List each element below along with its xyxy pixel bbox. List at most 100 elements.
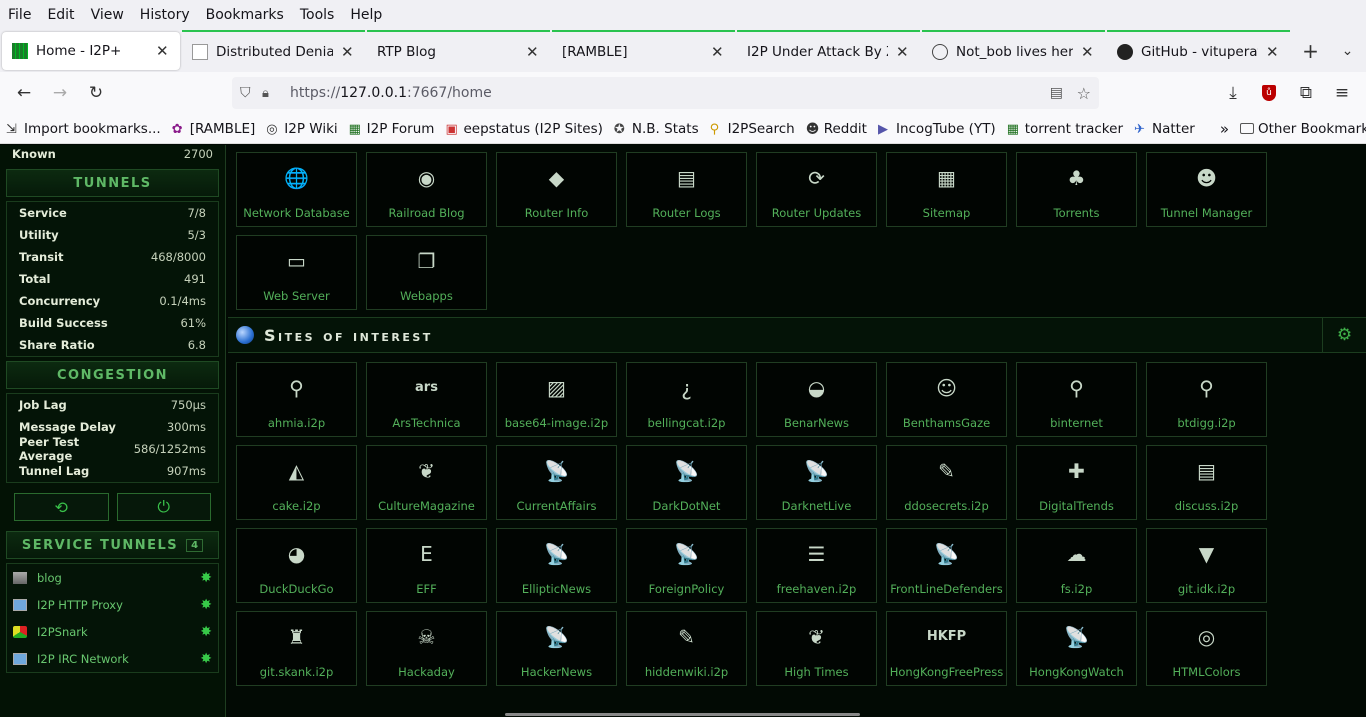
- app-tile[interactable]: ▤ Router Logs: [626, 152, 747, 227]
- app-tile[interactable]: ▤ discuss.i2p: [1146, 445, 1267, 520]
- app-tile[interactable]: ❦ High Times: [756, 611, 877, 686]
- app-tile[interactable]: ▦ Sitemap: [886, 152, 1007, 227]
- lock-icon[interactable]: 🔒︎: [262, 86, 290, 101]
- tab-4[interactable]: I2P Under Attack By Zombie ✕: [737, 30, 920, 72]
- tab-1[interactable]: Distributed Denial of Service ✕: [182, 30, 365, 72]
- bookmark-8[interactable]: ▶ IncogTube (YT): [878, 121, 996, 137]
- tab-5[interactable]: Not_bob lives here ✕: [922, 30, 1105, 72]
- app-tile[interactable]: ¿ bellingcat.i2p: [626, 362, 747, 437]
- app-tile[interactable]: ♣ Torrents: [1016, 152, 1137, 227]
- app-tile[interactable]: ◆ Router Info: [496, 152, 617, 227]
- tab-0[interactable]: Home - I2P+ ✕: [2, 32, 180, 70]
- tab-6[interactable]: GitHub - vituperative ✕: [1107, 30, 1290, 72]
- app-tile[interactable]: HKFP HongKongFreePress: [886, 611, 1007, 686]
- bookmarks-overflow-button[interactable]: »: [1220, 120, 1229, 138]
- forward-button[interactable]: →: [42, 77, 78, 109]
- app-tile[interactable]: 📡 HongKongWatch: [1016, 611, 1137, 686]
- service-tunnel-2[interactable]: I2PSnark ✸: [7, 618, 218, 645]
- app-menu-button[interactable]: ≡: [1324, 77, 1360, 109]
- menu-view[interactable]: View: [83, 7, 132, 23]
- app-tile[interactable]: ◭ cake.i2p: [236, 445, 357, 520]
- tab-3[interactable]: [RAMBLE] ✕: [552, 30, 735, 72]
- app-tile[interactable]: ✎ ddosecrets.i2p: [886, 445, 1007, 520]
- bookmark-6[interactable]: ⚲ I2PSearch: [710, 121, 795, 137]
- downloads-button[interactable]: ⤓: [1215, 77, 1251, 109]
- app-tile[interactable]: E EFF: [366, 528, 487, 603]
- menu-edit[interactable]: Edit: [39, 7, 82, 23]
- list-tabs-button[interactable]: ⌄: [1329, 30, 1366, 72]
- bookmark-star-icon[interactable]: ☆: [1077, 84, 1091, 103]
- shield-icon[interactable]: ⛉: [240, 85, 262, 101]
- app-tile[interactable]: 📡 ForeignPolicy: [626, 528, 747, 603]
- app-tile[interactable]: ☁ fs.i2p: [1016, 528, 1137, 603]
- bookmark-10[interactable]: ✈ Natter: [1134, 121, 1195, 137]
- extensions-button[interactable]: ⧉: [1288, 77, 1324, 109]
- bookmark-4[interactable]: ▣ eepstatus (I2P Sites): [445, 121, 602, 137]
- reader-view-icon[interactable]: ▤: [1050, 85, 1063, 101]
- app-tile[interactable]: ✎ hiddenwiki.i2p: [626, 611, 747, 686]
- close-icon[interactable]: ✕: [711, 43, 725, 61]
- close-icon[interactable]: ✕: [526, 43, 540, 61]
- tunnels-heading[interactable]: TUNNELS: [6, 169, 219, 197]
- app-tile[interactable]: ✚ DigitalTrends: [1016, 445, 1137, 520]
- close-icon[interactable]: ✕: [896, 43, 910, 61]
- app-tile[interactable]: ◕ DuckDuckGo: [236, 528, 357, 603]
- reload-button[interactable]: ↻: [78, 77, 114, 109]
- new-tab-button[interactable]: +: [1292, 30, 1329, 72]
- app-tile[interactable]: 📡 EllipticNews: [496, 528, 617, 603]
- app-tile[interactable]: ⟳ Router Updates: [756, 152, 877, 227]
- app-tile[interactable]: ◎ HTMLColors: [1146, 611, 1267, 686]
- app-tile[interactable]: ❐ Webapps: [366, 235, 487, 310]
- app-tile[interactable]: ▼ git.idk.i2p: [1146, 528, 1267, 603]
- app-tile[interactable]: ☻ Tunnel Manager: [1146, 152, 1267, 227]
- gear-icon[interactable]: ⚙: [1322, 318, 1366, 352]
- app-tile[interactable]: ☠ Hackaday: [366, 611, 487, 686]
- app-tile[interactable]: ◒ BenarNews: [756, 362, 877, 437]
- app-tile[interactable]: 📡 DarkDotNet: [626, 445, 747, 520]
- menu-tools[interactable]: Tools: [292, 7, 343, 23]
- shutdown-button[interactable]: ⏻: [116, 493, 211, 521]
- app-tile[interactable]: ❦ CultureMagazine: [366, 445, 487, 520]
- menu-help[interactable]: Help: [342, 7, 390, 23]
- back-button[interactable]: ←: [6, 77, 42, 109]
- congestion-heading[interactable]: CONGESTION: [6, 361, 219, 389]
- app-tile[interactable]: 📡 CurrentAffairs: [496, 445, 617, 520]
- close-icon[interactable]: ✕: [156, 42, 170, 60]
- horizontal-scrollbar[interactable]: [505, 713, 860, 716]
- bookmark-1[interactable]: ✿ [RAMBLE]: [172, 121, 256, 137]
- bookmark-0[interactable]: ⇲ Import bookmarks...: [6, 121, 161, 137]
- menu-bookmarks[interactable]: Bookmarks: [198, 7, 292, 23]
- app-tile[interactable]: 📡 HackerNews: [496, 611, 617, 686]
- ublock-icon[interactable]: ů: [1251, 77, 1287, 109]
- bookmark-7[interactable]: ☻ Reddit: [806, 121, 867, 137]
- app-tile[interactable]: ◉ Railroad Blog: [366, 152, 487, 227]
- bookmark-5[interactable]: ✪ N.B. Stats: [614, 121, 699, 137]
- app-tile[interactable]: 📡 FrontLineDefenders: [886, 528, 1007, 603]
- service-tunnels-heading[interactable]: SERVICE TUNNELS 4: [6, 531, 219, 559]
- bookmark-9[interactable]: ▦ torrent tracker: [1007, 121, 1123, 137]
- app-tile[interactable]: ▨ base64-image.i2p: [496, 362, 617, 437]
- close-icon[interactable]: ✕: [1081, 43, 1095, 61]
- bookmark-3[interactable]: ▦ I2P Forum: [349, 121, 435, 137]
- menu-file[interactable]: File: [0, 7, 39, 23]
- app-tile[interactable]: ▭ Web Server: [236, 235, 357, 310]
- app-tile[interactable]: ars ArsTechnica: [366, 362, 487, 437]
- service-tunnel-1[interactable]: I2P HTTP Proxy ✸: [7, 591, 218, 618]
- app-tile[interactable]: ☰ freehaven.i2p: [756, 528, 877, 603]
- other-bookmarks[interactable]: Other Bookmarks: [1240, 121, 1366, 137]
- app-tile[interactable]: 🌐 Network Database: [236, 152, 357, 227]
- close-icon[interactable]: ✕: [1266, 43, 1280, 61]
- service-tunnel-0[interactable]: blog ✸: [7, 564, 218, 591]
- app-tile[interactable]: ⚲ btdigg.i2p: [1146, 362, 1267, 437]
- app-tile[interactable]: ♜ git.skank.i2p: [236, 611, 357, 686]
- bookmark-2[interactable]: ◎ I2P Wiki: [266, 121, 337, 137]
- app-tile[interactable]: 📡 DarknetLive: [756, 445, 877, 520]
- app-tile[interactable]: ⚲ ahmia.i2p: [236, 362, 357, 437]
- url-bar[interactable]: ⛉ 🔒︎ https://127.0.0.1:7667/home ▤ ☆: [232, 77, 1099, 109]
- service-tunnel-3[interactable]: I2P IRC Network ✸: [7, 645, 218, 672]
- tab-2[interactable]: RTP Blog ✕: [367, 30, 550, 72]
- restart-button[interactable]: ⟲: [14, 493, 109, 521]
- menu-history[interactable]: History: [132, 7, 198, 23]
- close-icon[interactable]: ✕: [341, 43, 355, 61]
- app-tile[interactable]: ⚲ binternet: [1016, 362, 1137, 437]
